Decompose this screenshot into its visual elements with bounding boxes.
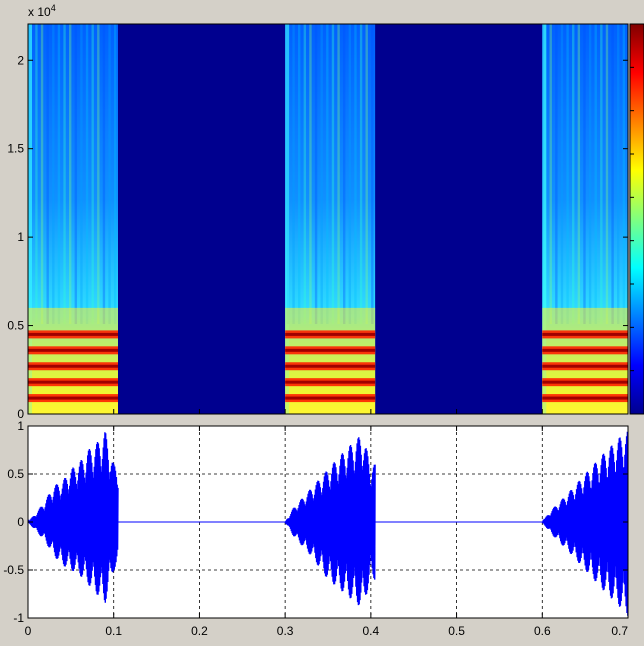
spectral-streak: [320, 24, 323, 324]
y-tick-label: 0.5: [7, 467, 24, 481]
spectrogram-segment: [285, 24, 376, 414]
x-tick-label: 0.5: [448, 624, 465, 638]
spectral-streak: [113, 24, 117, 324]
y-tick-label: 1: [17, 230, 24, 244]
spectral-streak: [40, 24, 44, 324]
harmonic-band-core: [542, 380, 628, 384]
spectral-streak: [326, 24, 329, 324]
harmonic-band-core: [285, 396, 376, 400]
spectral-streak: [354, 24, 357, 324]
figure-canvas: 0 0.5 1 1.5 2 x 104 0 0.1 0.2 0.3 0.4 0.5 0.6 0.7 -…: [3, 3, 644, 638]
spectral-streak: [314, 24, 318, 324]
spectral-streak: [566, 24, 569, 324]
spectrogram-segment: [542, 24, 628, 414]
spectral-streak: [365, 24, 368, 324]
spectral-streak: [91, 24, 94, 324]
y-exponent-power: 4: [51, 3, 56, 13]
y-tick-label: 1.5: [7, 142, 24, 156]
spectral-streak: [359, 24, 363, 324]
harmonic-band-core: [28, 364, 118, 368]
spectral-streak: [605, 24, 609, 324]
spectral-streak: [622, 24, 626, 324]
harmonic-band-core: [542, 348, 628, 352]
spectral-streak: [102, 24, 106, 324]
spectral-streak: [298, 24, 301, 324]
spectral-streak: [57, 24, 61, 324]
spectral-streak: [68, 24, 72, 324]
spectrogram-segment: [28, 24, 118, 414]
waveform-axes: 0 0.1 0.2 0.3 0.4 0.5 0.6 0.7 -1 -0.5 0 0.5 1: [3, 419, 629, 638]
spectral-streak: [52, 24, 55, 324]
spectral-streak: [343, 24, 346, 324]
spectral-streak: [583, 24, 586, 324]
x-tick-label: 0.7: [611, 624, 628, 638]
spectral-streak: [549, 24, 552, 324]
spectral-streak: [303, 24, 307, 324]
spectral-streak: [577, 24, 581, 324]
harmonic-band-core: [285, 364, 376, 368]
spectral-streak: [331, 24, 335, 324]
x-tick-label: 0.6: [534, 624, 551, 638]
harmonic-band-core: [542, 396, 628, 400]
y-exponent-base: x 10: [28, 5, 51, 19]
spectral-streak: [63, 24, 66, 324]
y-tick-label: 1: [17, 419, 24, 433]
harmonic-band-core: [28, 396, 118, 400]
figure-window: 0 0.5 1 1.5 2 x 104 0 0.1 0.2 0.3 0.4 0.5 0.6 0.7 -…: [0, 0, 644, 641]
y-tick-label: 0: [17, 515, 24, 529]
spectral-streak: [35, 24, 38, 324]
spectral-streak: [85, 24, 89, 324]
x-tick-label: 0.2: [191, 624, 208, 638]
harmonic-band-core: [285, 380, 376, 384]
harmonic-band-core: [285, 348, 376, 352]
y-tick-label: 2: [17, 53, 24, 67]
x-tick-label: 0.3: [277, 624, 294, 638]
spectral-streak: [588, 24, 592, 324]
spectral-streak: [337, 24, 340, 324]
harmonic-band-core: [28, 348, 118, 352]
spectral-streak: [611, 24, 614, 324]
y-tick-label: -0.5: [3, 563, 24, 577]
spectral-streak: [617, 24, 620, 324]
spectral-streak: [108, 24, 111, 324]
y-tick-label: 0.5: [7, 319, 24, 333]
spectral-streak: [348, 24, 352, 324]
colorbar-gradient: [630, 24, 644, 414]
spectral-streak: [600, 24, 603, 324]
y-exponent-label: x 104: [28, 3, 56, 19]
spectrogram-axes: 00.511.52 x 104: [7, 3, 629, 421]
spectral-streak: [292, 24, 295, 324]
harmonic-band-core: [28, 380, 118, 384]
spectral-streak: [309, 24, 312, 324]
colorbar: [629, 23, 644, 415]
spectral-streak: [371, 24, 374, 324]
harmonic-band-core: [542, 332, 628, 336]
x-tick-label: 0.4: [363, 624, 380, 638]
spectral-streak: [74, 24, 78, 324]
harmonic-band-core: [28, 332, 118, 336]
spectral-streak: [97, 24, 100, 324]
spectral-streak: [80, 24, 83, 324]
spectral-streak: [572, 24, 575, 324]
spectral-streak: [560, 24, 564, 324]
y-tick-label: -1: [13, 611, 24, 625]
harmonic-band-core: [542, 364, 628, 368]
x-tick-label: 0: [25, 624, 32, 638]
spectral-streak: [555, 24, 558, 324]
harmonic-band-core: [285, 332, 376, 336]
spectral-streak: [46, 24, 49, 324]
x-tick-label: 0.1: [105, 624, 122, 638]
spectral-streak: [594, 24, 597, 324]
